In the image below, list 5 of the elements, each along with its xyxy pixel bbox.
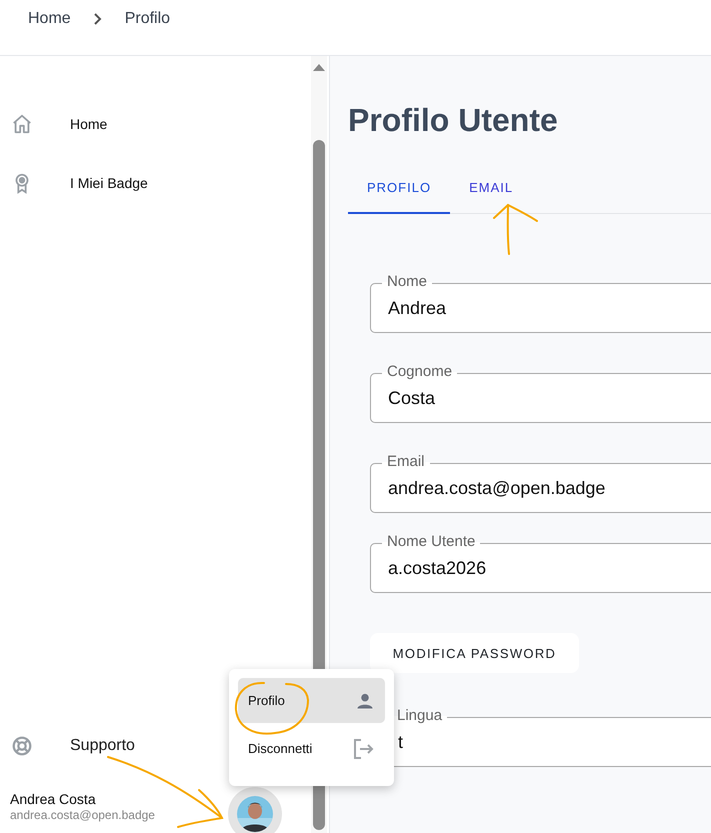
- user-email: andrea.costa@open.badge: [10, 808, 155, 822]
- page-title: Profilo Utente: [348, 102, 559, 139]
- field-label: Cognome: [382, 363, 458, 381]
- field-label: Lingua: [392, 707, 448, 725]
- user-name: Andrea Costa: [10, 790, 97, 806]
